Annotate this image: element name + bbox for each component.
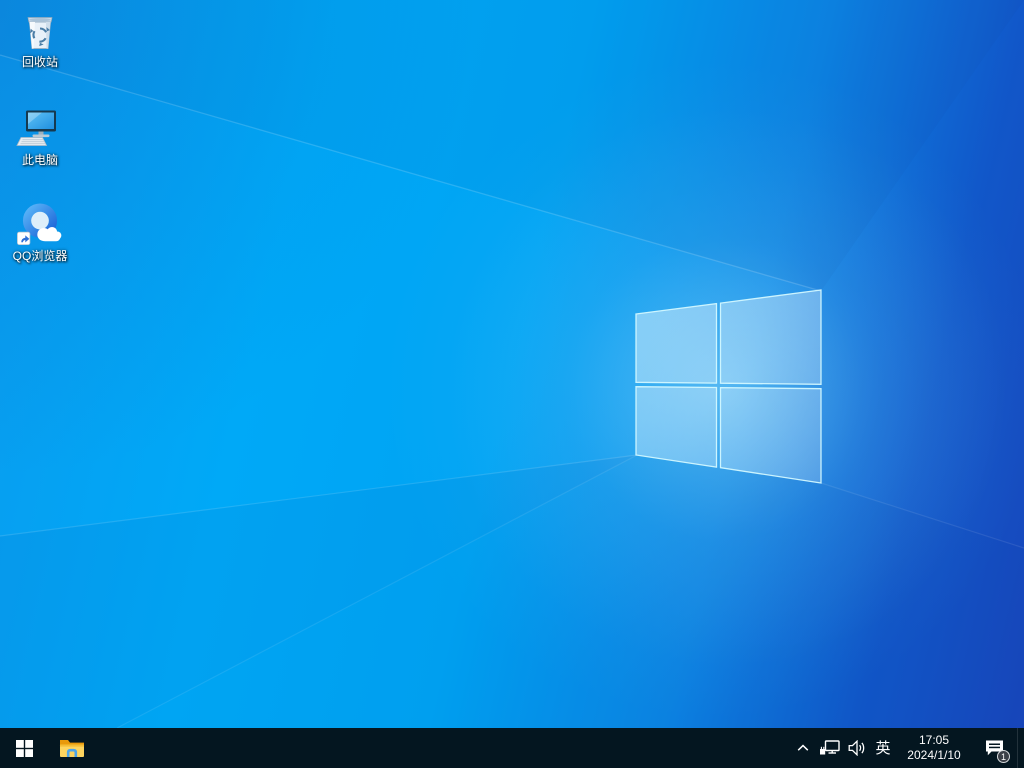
screen: 回收站 — [0, 0, 1024, 768]
windows-logo-wallpaper — [0, 0, 1024, 728]
desktop[interactable]: 回收站 — [0, 0, 1024, 728]
chevron-up-icon — [797, 744, 809, 752]
start-button[interactable] — [0, 728, 48, 768]
network-button[interactable] — [815, 728, 843, 768]
speaker-volume-icon — [848, 740, 865, 756]
recycle-bin-icon — [16, 6, 64, 54]
hidden-icons-button[interactable] — [791, 728, 815, 768]
desktop-icon-recycle-bin[interactable]: 回收站 — [1, 6, 79, 100]
language-indicator[interactable]: 英 — [869, 728, 897, 768]
qq-browser-icon — [15, 198, 65, 248]
ethernet-network-icon — [819, 740, 840, 757]
clock-date: 2024/1/10 — [907, 748, 960, 763]
notification-badge: 1 — [997, 750, 1010, 763]
file-explorer-icon — [59, 737, 85, 759]
system-tray: 英 17:05 2024/1/10 1 — [791, 728, 1024, 768]
taskbar: 英 17:05 2024/1/10 1 — [0, 728, 1024, 768]
file-explorer-button[interactable] — [48, 728, 96, 768]
action-center-button[interactable]: 1 — [971, 728, 1017, 768]
this-pc-icon — [16, 104, 64, 152]
desktop-icon-this-pc[interactable]: 此电脑 — [1, 104, 79, 198]
desktop-icon-label: QQ浏览器 — [13, 250, 68, 263]
desktop-icon-qq-browser[interactable]: QQ浏览器 — [1, 198, 79, 292]
clock[interactable]: 17:05 2024/1/10 — [897, 728, 971, 768]
show-desktop-button[interactable] — [1017, 728, 1024, 768]
windows-logo-panes — [636, 290, 821, 483]
clock-time: 17:05 — [919, 733, 949, 748]
volume-button[interactable] — [843, 728, 869, 768]
desktop-icon-label: 回收站 — [22, 56, 58, 69]
desktop-icon-label: 此电脑 — [22, 154, 58, 167]
windows-start-icon — [16, 740, 33, 757]
